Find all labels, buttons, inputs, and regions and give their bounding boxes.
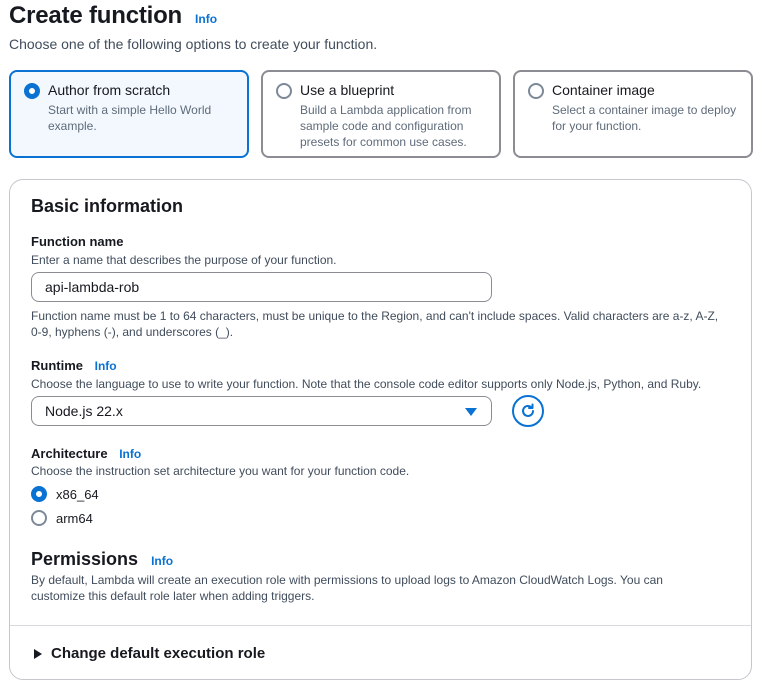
- basic-information-panel: Basic information Function name Enter a …: [9, 179, 752, 680]
- function-name-constraint: Function name must be 1 to 64 characters…: [31, 309, 719, 339]
- architecture-description: Choose the instruction set architecture …: [31, 464, 410, 478]
- permissions-title: Permissions: [31, 549, 139, 569]
- option-description: Build a Lambda application from sample c…: [300, 103, 472, 149]
- radio-selected-icon[interactable]: [24, 83, 40, 99]
- option-label: Container image: [552, 82, 655, 98]
- option-use-a-blueprint[interactable]: Use a blueprint Build a Lambda applicati…: [261, 70, 501, 158]
- architecture-option-label: arm64: [56, 510, 93, 526]
- architecture-option-arm64[interactable]: arm64: [31, 510, 93, 526]
- architecture-label: Architecture: [31, 446, 108, 461]
- divider: [10, 625, 751, 626]
- page-subtitle: Choose one of the following options to c…: [9, 36, 378, 52]
- runtime-info-link[interactable]: Info: [95, 359, 117, 373]
- expander-label: Change default execution role: [51, 645, 266, 662]
- permissions-info-link[interactable]: Info: [151, 554, 173, 568]
- page-header: Create function Info: [9, 2, 217, 30]
- radio-unselected-icon[interactable]: [528, 83, 544, 99]
- architecture-option-label: x86_64: [56, 486, 99, 502]
- architecture-option-x86[interactable]: x86_64: [31, 486, 99, 502]
- option-label: Author from scratch: [48, 82, 171, 98]
- radio-unselected-icon[interactable]: [276, 83, 292, 99]
- section-title: Basic information: [31, 196, 184, 216]
- runtime-description: Choose the language to use to write your…: [31, 377, 702, 391]
- caret-down-icon: [465, 408, 477, 416]
- refresh-button[interactable]: [512, 395, 544, 427]
- page-title: Create function: [9, 2, 183, 29]
- radio-selected-icon[interactable]: [31, 486, 47, 502]
- architecture-info-link[interactable]: Info: [119, 447, 141, 461]
- radio-unselected-icon[interactable]: [31, 510, 47, 526]
- option-label: Use a blueprint: [300, 82, 395, 98]
- architecture-label-row: Architecture Info: [31, 446, 141, 461]
- runtime-selected-value: Node.js 22.x: [45, 403, 123, 419]
- function-name-input[interactable]: api-lambda-rob: [31, 272, 492, 302]
- option-container-image[interactable]: Container image Select a container image…: [513, 70, 753, 158]
- function-name-description: Enter a name that describes the purpose …: [31, 253, 337, 267]
- change-execution-role-expander[interactable]: Change default execution role: [34, 645, 265, 662]
- function-name-label: Function name: [31, 234, 124, 249]
- runtime-label: Runtime: [31, 358, 83, 373]
- title-info-link[interactable]: Info: [195, 12, 217, 26]
- option-description: Select a container image to deploy for y…: [552, 103, 737, 133]
- permissions-description: By default, Lambda will create an execut…: [31, 573, 663, 603]
- refresh-icon: [522, 403, 534, 417]
- runtime-label-row: Runtime Info: [31, 358, 117, 373]
- caret-right-icon: [34, 648, 42, 659]
- runtime-select[interactable]: Node.js 22.x: [31, 396, 492, 426]
- option-description: Start with a simple Hello World example.: [48, 103, 212, 133]
- permissions-title-row: Permissions Info: [31, 549, 173, 570]
- option-author-from-scratch[interactable]: Author from scratch Start with a simple …: [9, 70, 249, 158]
